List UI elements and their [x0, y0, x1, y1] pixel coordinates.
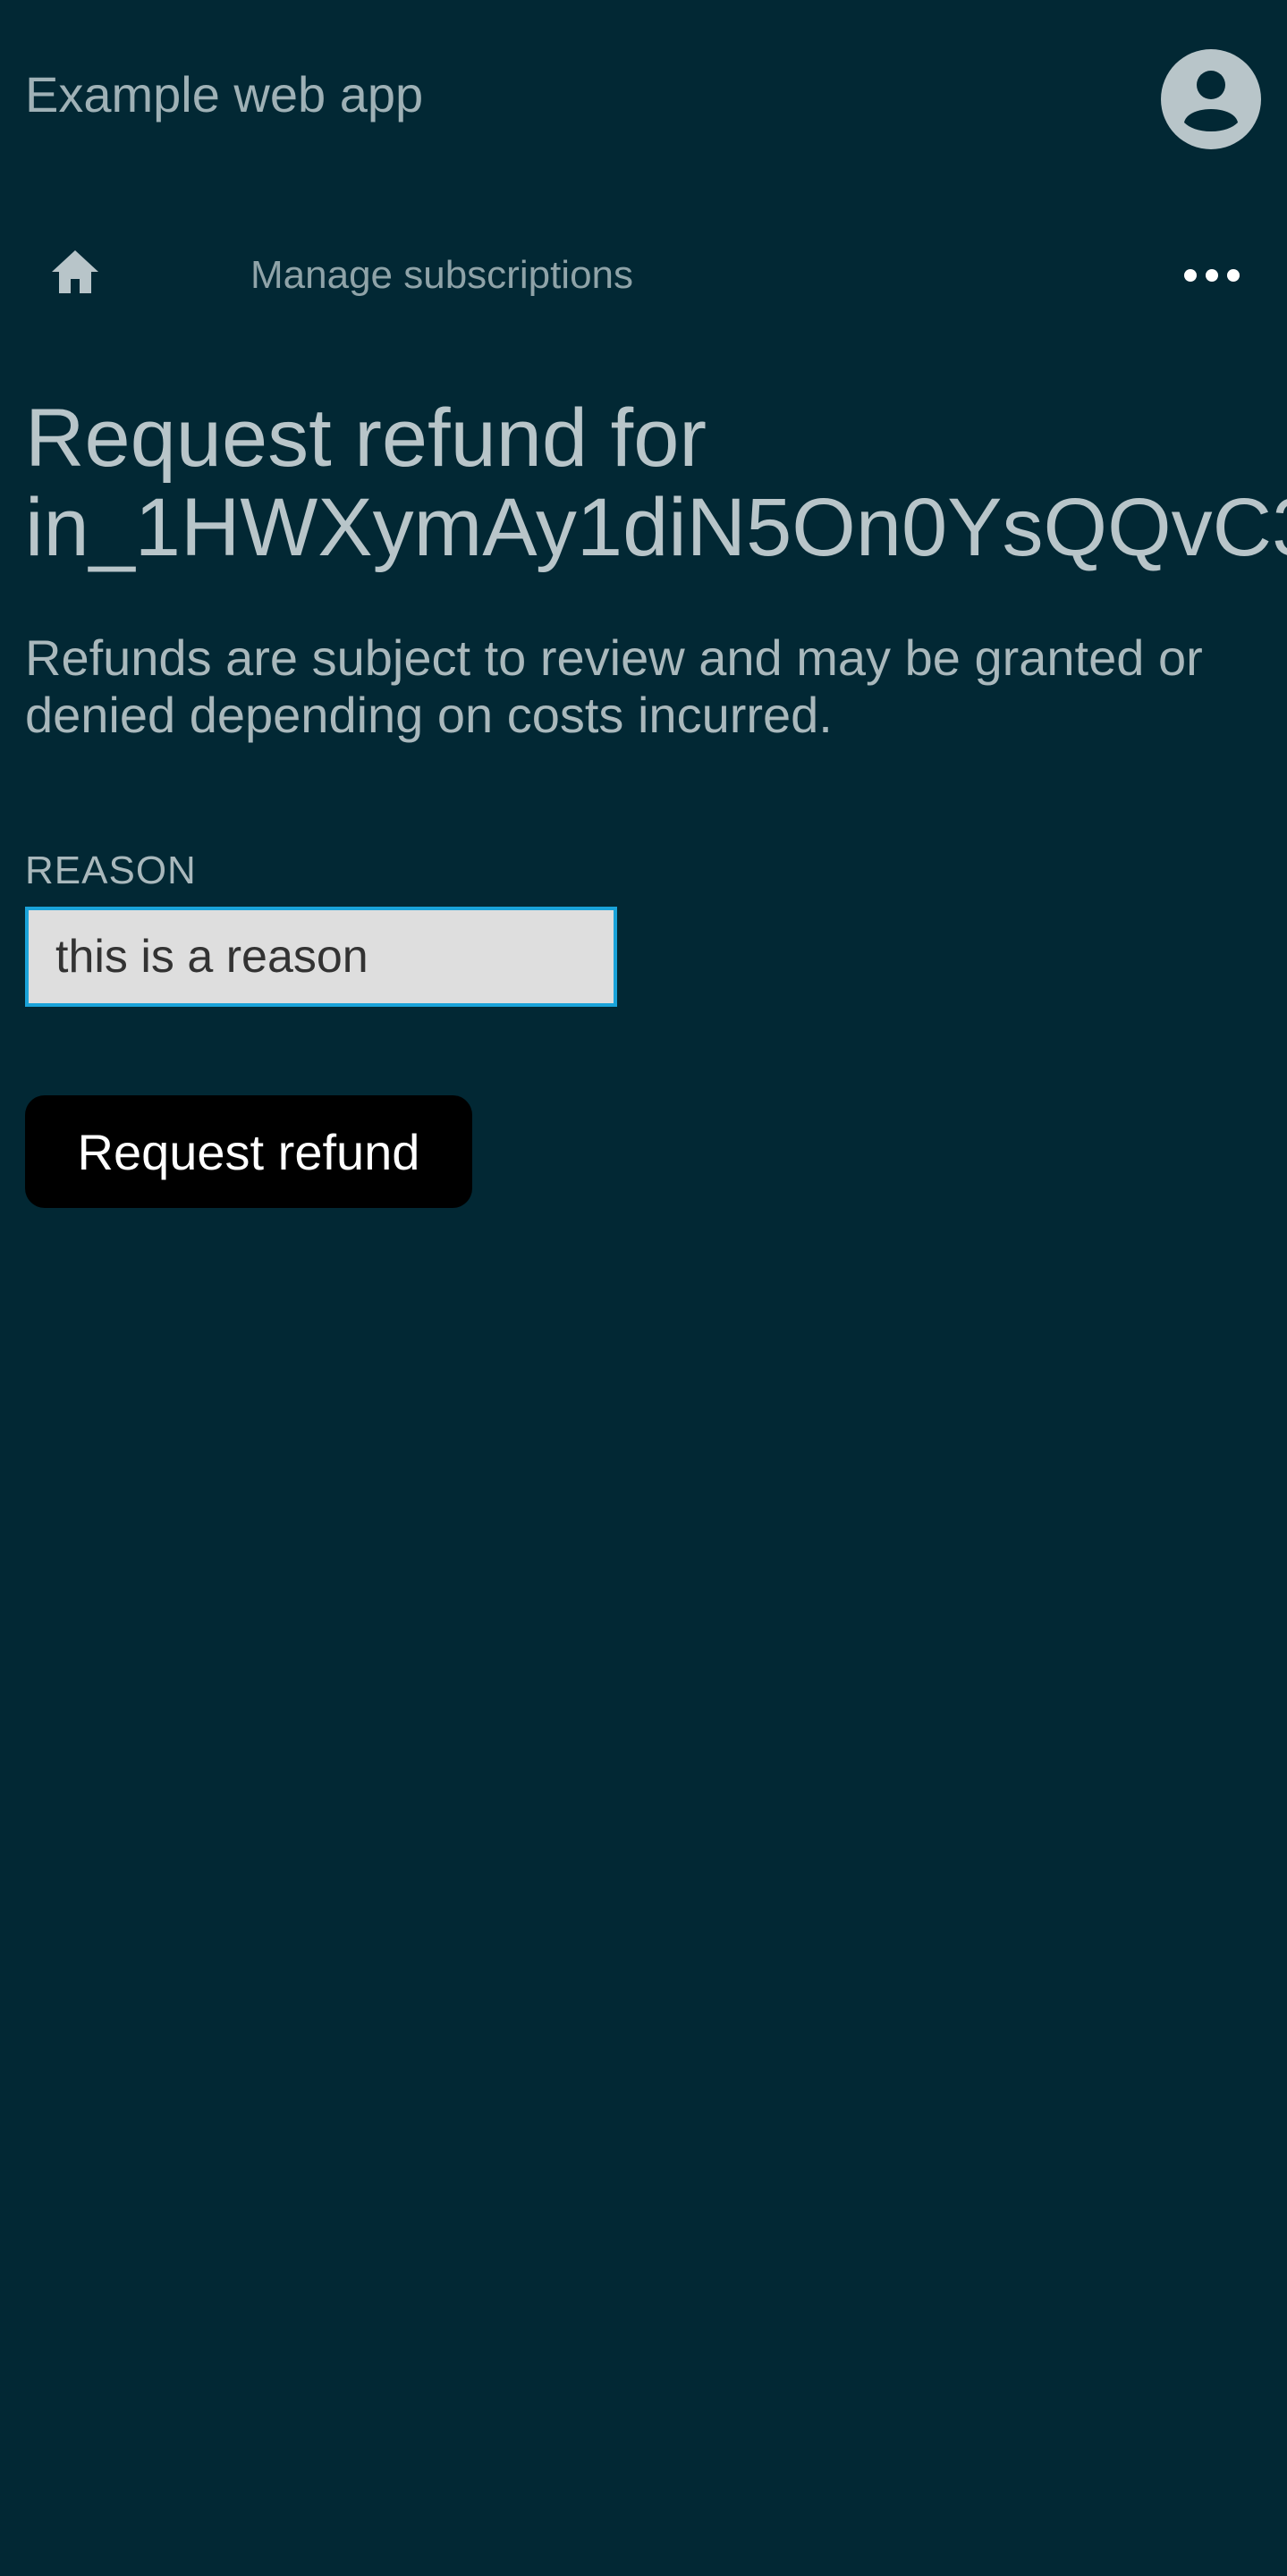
nav-bar: Manage subscriptions [0, 232, 1287, 315]
reason-label: REASON [25, 849, 197, 892]
user-avatar-icon[interactable] [1161, 49, 1261, 149]
refund-description: Refunds are subject to review and may be… [25, 629, 1203, 743]
page-title-line-1: Request refund for [25, 393, 707, 484]
page-title: Request refund for in_1HWXymAy1diN5On0Ys… [25, 393, 1287, 572]
app-root: Example web app Manage subscriptions Req… [0, 0, 1287, 2576]
page-title-invoice-id: in_1HWXymAy1diN5On0YsQQvC3 [25, 482, 1287, 572]
request-refund-button[interactable]: Request refund [25, 1095, 472, 1208]
app-title: Example web app [25, 66, 424, 122]
app-header: Example web app [0, 0, 1287, 197]
nav-manage-subscriptions[interactable]: Manage subscriptions [250, 252, 633, 299]
home-icon[interactable] [47, 243, 104, 300]
more-svg [1184, 269, 1240, 282]
home-svg [52, 250, 98, 293]
reason-input[interactable] [25, 907, 617, 1007]
user-avatar-svg [1161, 49, 1261, 149]
more-horizontal-icon[interactable] [1181, 249, 1243, 302]
